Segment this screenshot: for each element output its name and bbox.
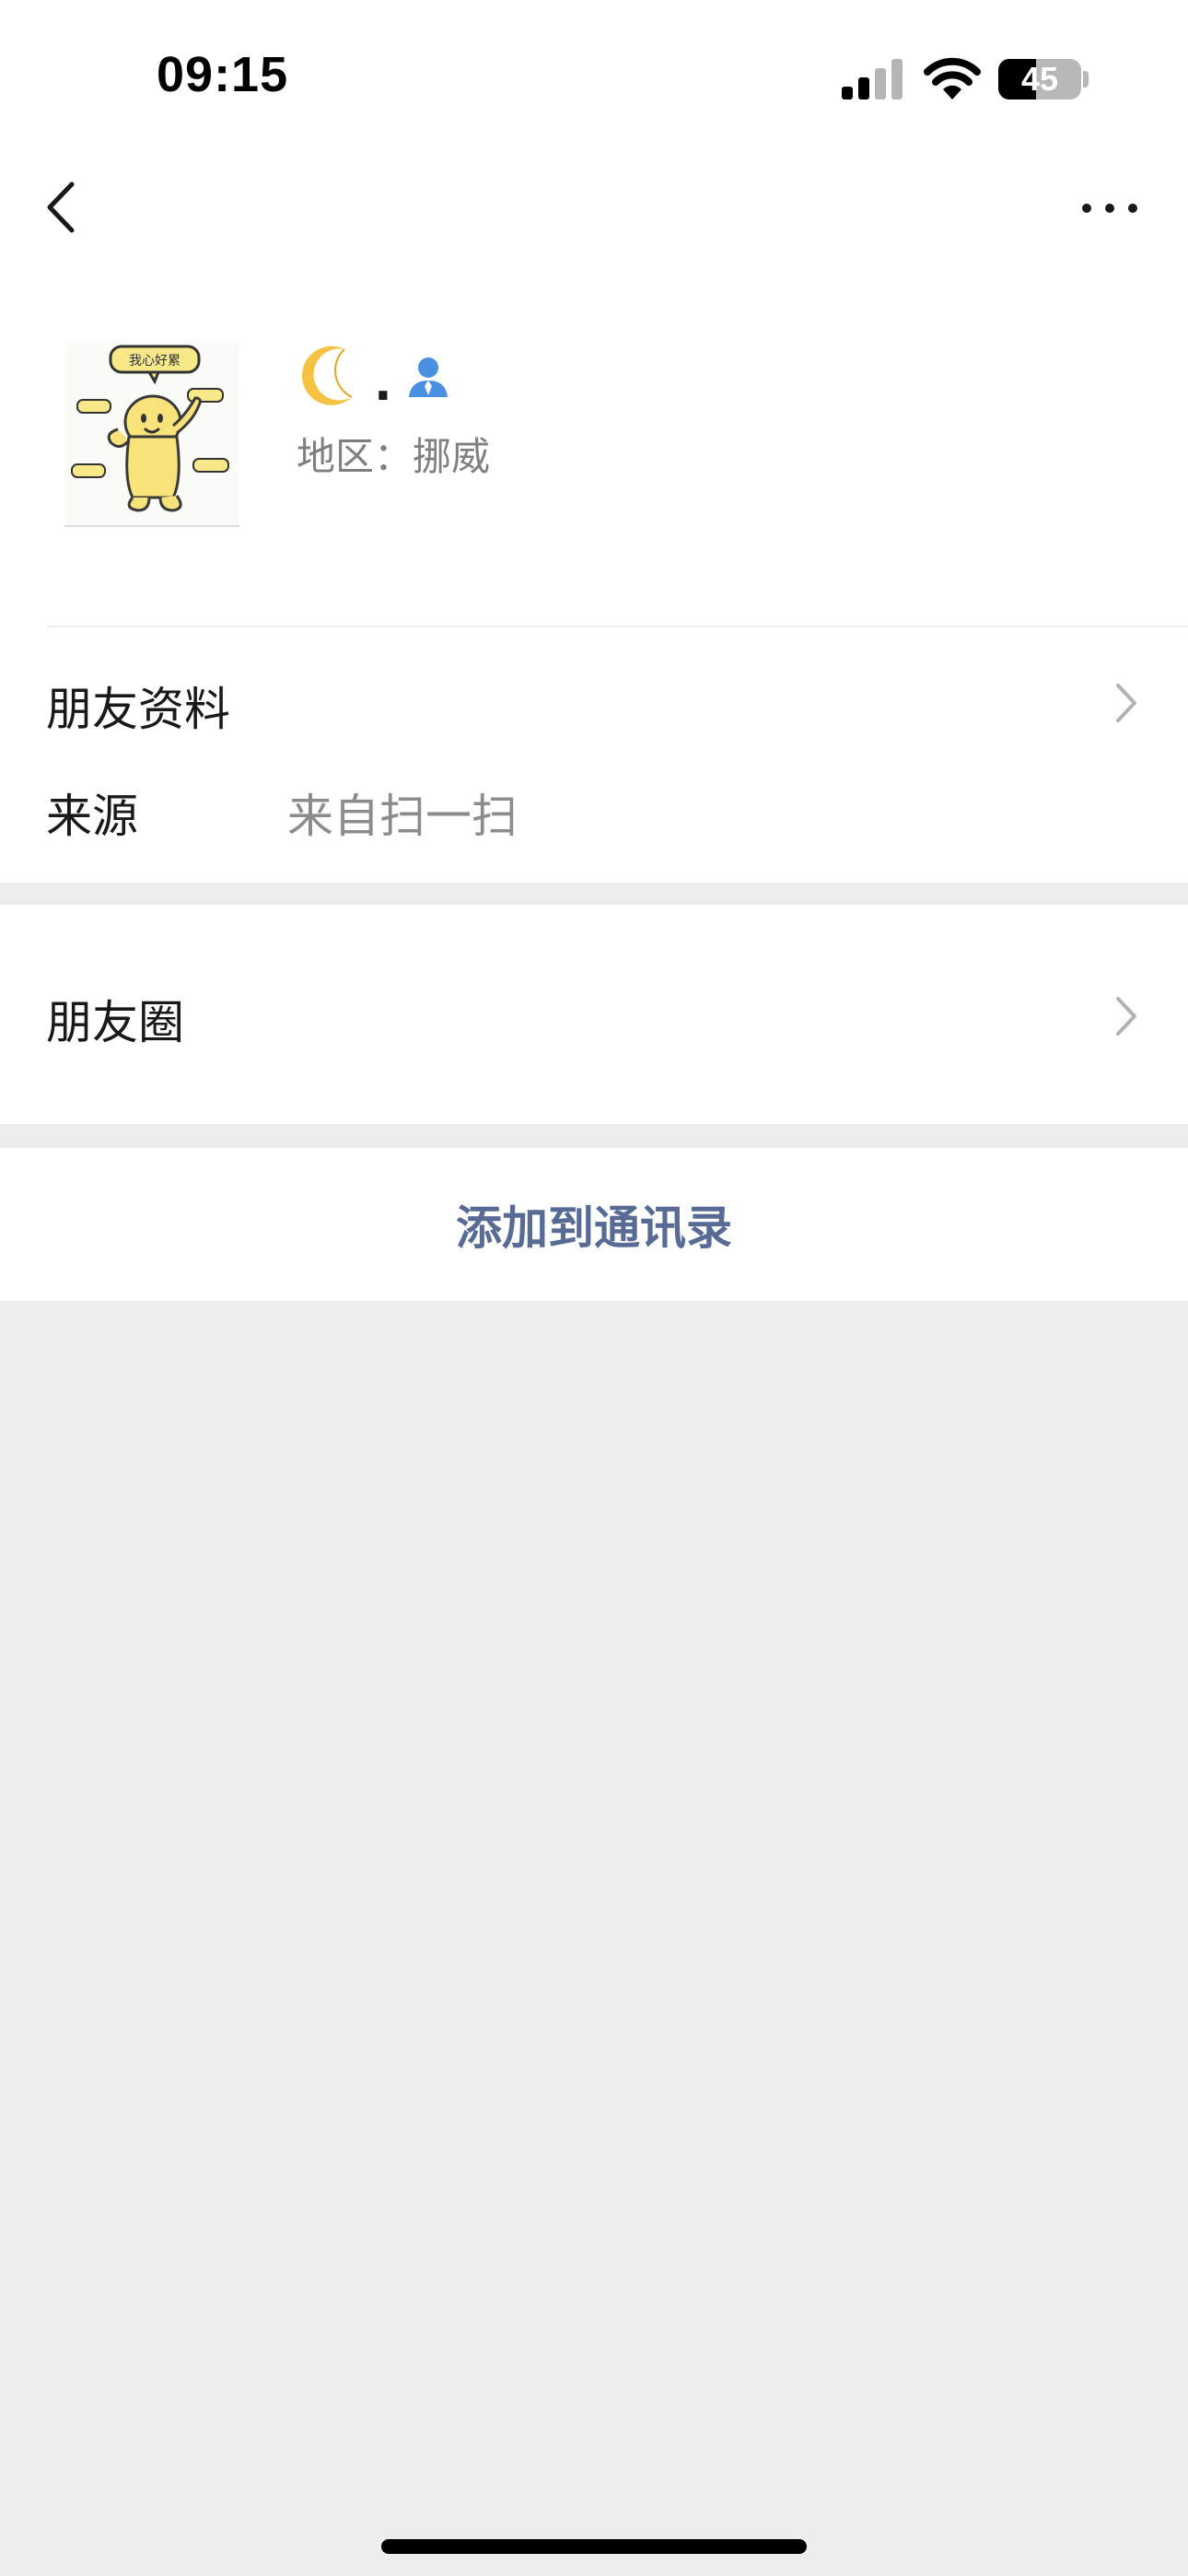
back-button[interactable] [37,175,92,240]
add-to-contacts-button[interactable]: 添加到通讯录 [0,1148,1188,1301]
more-options-button[interactable] [1077,184,1142,230]
moments-row[interactable]: 朋友圈 [0,905,1188,1124]
avatar[interactable]: 我心好累 [64,341,239,527]
cellular-signal-icon [842,59,903,100]
chevron-right-icon[interactable] [1112,680,1140,726]
home-indicator [381,2539,807,2554]
divider [46,626,1188,627]
battery-level: 45 [1020,60,1059,98]
profile-name: . [297,339,451,413]
battery-tip [1083,71,1089,88]
moments-label: 朋友圈 [46,996,184,1049]
crescent-moon-icon [301,345,353,405]
person-badge-icon [408,357,448,397]
source-value: 来自扫一扫 [287,790,518,843]
friend-info-label[interactable]: 朋友资料 [46,673,230,739]
avatar-caption: 我心好累 [129,354,181,369]
status-time: 09:15 [157,47,289,102]
chevron-right-icon [1116,997,1136,1036]
region-text: 地区：挪威 [297,434,491,479]
name-suffix: . [374,357,392,412]
wifi-icon [924,57,981,100]
battery-indicator: 45 [998,59,1081,100]
source-label: 来源 [46,790,138,843]
add-to-contacts-row: 添加到通讯录 [0,1148,1188,1301]
